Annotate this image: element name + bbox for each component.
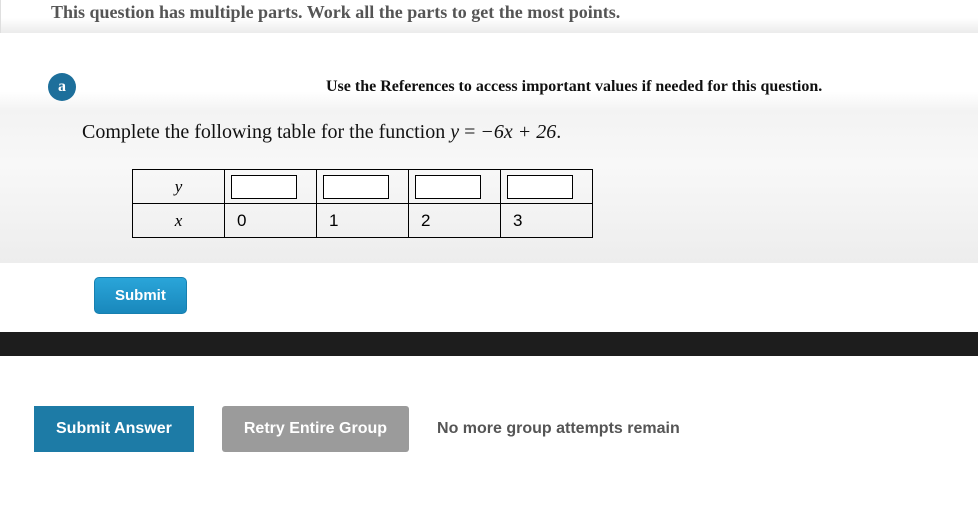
- question-prompt: Complete the following table for the fun…: [0, 111, 978, 164]
- prompt-prefix: Complete the following table for the fun…: [82, 121, 450, 143]
- table-container: y x 0 1 2 3: [0, 164, 978, 263]
- prompt-suffix: .: [556, 121, 561, 143]
- submit-answer-button[interactable]: Submit Answer: [34, 406, 194, 452]
- equation-rhs: −6x + 26: [480, 121, 556, 143]
- no-more-attempts-text: No more group attempts remain: [437, 420, 680, 438]
- y-input-3[interactable]: [507, 175, 573, 199]
- divider-bar: [0, 332, 978, 356]
- x-cell-2: 2: [409, 204, 501, 238]
- y-cell-3: [501, 170, 593, 204]
- y-cell-0: [225, 170, 317, 204]
- y-cell-2: [409, 170, 501, 204]
- y-cell-1: [317, 170, 409, 204]
- y-label: y: [133, 170, 225, 204]
- y-input-2[interactable]: [415, 175, 481, 199]
- part-badge: a: [48, 73, 76, 101]
- x-cell-0: 0: [225, 204, 317, 238]
- banner-text: This question has multiple parts. Work a…: [51, 0, 978, 23]
- x-label: x: [133, 204, 225, 238]
- part-header: a Use the References to access important…: [0, 63, 978, 111]
- equation-var: y: [450, 121, 459, 143]
- references-text: Use the References to access important v…: [326, 78, 822, 96]
- x-cell-3: 3: [501, 204, 593, 238]
- y-input-0[interactable]: [231, 175, 297, 199]
- x-row: x 0 1 2 3: [133, 204, 593, 238]
- equation-eq: =: [459, 121, 480, 143]
- y-row: y: [133, 170, 593, 204]
- bottom-actions: Submit Answer Retry Entire Group No more…: [0, 406, 978, 492]
- retry-group-button[interactable]: Retry Entire Group: [222, 406, 409, 452]
- y-input-1[interactable]: [323, 175, 389, 199]
- multipart-banner: This question has multiple parts. Work a…: [0, 0, 978, 33]
- submit-button[interactable]: Submit: [94, 277, 187, 314]
- part-a: a Use the References to access important…: [0, 63, 978, 332]
- function-table: y x 0 1 2 3: [132, 169, 593, 238]
- submit-row: Submit: [0, 263, 978, 332]
- x-cell-1: 1: [317, 204, 409, 238]
